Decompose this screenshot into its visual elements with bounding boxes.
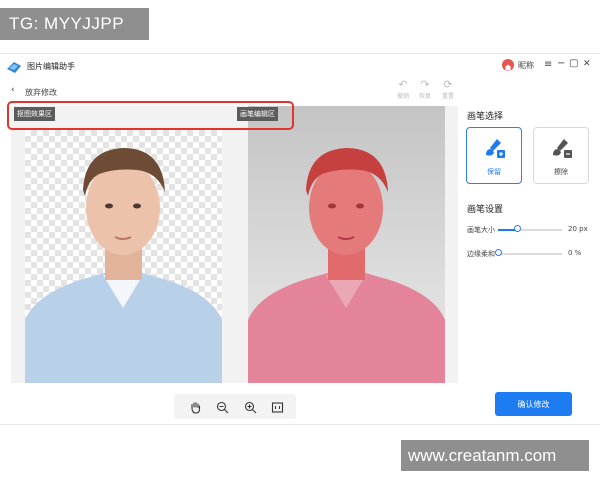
- reset-icon: ⟳: [443, 78, 453, 91]
- app-logo-icon: [6, 59, 22, 73]
- highlight-frame: [7, 101, 294, 130]
- keep-brush-button[interactable]: 保留: [466, 127, 522, 184]
- edge-softness-label: 边缘柔和: [467, 250, 495, 258]
- close-icon[interactable]: ✕: [583, 59, 591, 69]
- hand-tool-button[interactable]: [184, 396, 206, 418]
- minimize-icon[interactable]: −: [557, 58, 565, 69]
- watermark-top: TG: MYYJJPP: [0, 8, 149, 40]
- hand-icon: [190, 401, 200, 414]
- zoom-out-icon: [216, 401, 228, 413]
- zoom-out-button[interactable]: [211, 396, 233, 418]
- brush-erase-icon: [553, 139, 572, 158]
- edge-softness-value: 0 %: [568, 249, 582, 257]
- brush-size-slider[interactable]: [498, 229, 562, 231]
- avatar[interactable]: [502, 59, 514, 71]
- maximize-icon[interactable]: ▢: [569, 58, 578, 69]
- keep-brush-label: 保留: [487, 168, 501, 176]
- brush-select-title: 画笔选择: [467, 112, 504, 122]
- erase-brush-label: 擦除: [554, 168, 568, 176]
- cutout-preview[interactable]: [25, 130, 222, 383]
- brush-size-slider-handle[interactable]: [513, 225, 521, 232]
- watermark-bottom: www.creatanm.com: [401, 440, 589, 471]
- redo-label: 恢复: [418, 93, 431, 100]
- masked-person-image: [248, 148, 445, 383]
- discard-changes-link[interactable]: 放弃修改: [25, 87, 57, 98]
- undo-label: 撤销: [396, 93, 409, 100]
- brush-keep-icon: [486, 139, 505, 158]
- brush-settings-title: 画笔设置: [467, 205, 504, 215]
- user-name[interactable]: 昵称: [518, 60, 534, 71]
- brush-size-value: 20 px: [568, 225, 588, 233]
- edge-softness-slider-handle[interactable]: [494, 249, 502, 256]
- edge-softness-slider[interactable]: [498, 253, 562, 255]
- zoom-in-button[interactable]: [239, 396, 261, 418]
- zoom-in-icon: [244, 401, 256, 413]
- app-title: 图片编辑助手: [27, 62, 75, 71]
- menu-icon[interactable]: ≡: [544, 59, 552, 70]
- brush-edit-preview[interactable]: [248, 106, 445, 383]
- reset-button[interactable]: ⟳ 重置: [435, 78, 461, 101]
- confirm-changes-button[interactable]: 确认修改: [495, 392, 572, 416]
- fit-screen-icon: [271, 401, 283, 413]
- fit-screen-button[interactable]: [266, 396, 288, 418]
- back-icon[interactable]: ‹: [11, 85, 15, 95]
- cutout-person-image: [25, 148, 222, 383]
- reset-label: 重置: [441, 93, 454, 100]
- brush-size-label: 画笔大小: [467, 226, 495, 234]
- erase-brush-button[interactable]: 擦除: [533, 127, 589, 184]
